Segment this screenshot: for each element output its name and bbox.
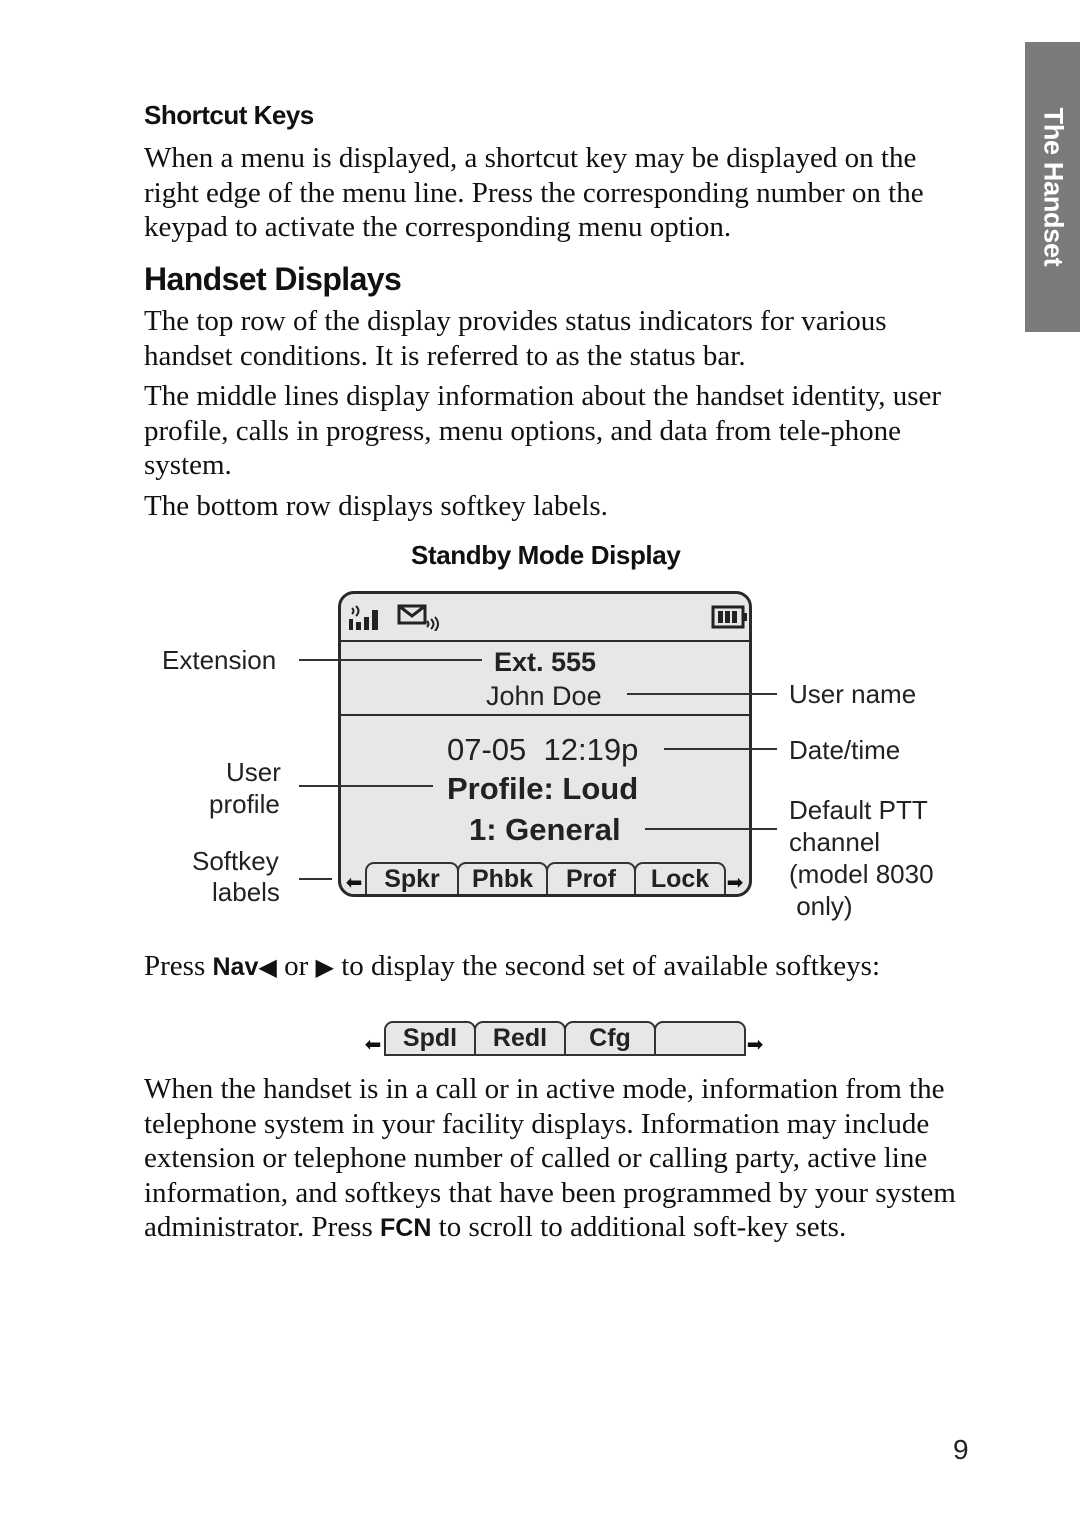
softkey-empty[interactable]: [654, 1021, 746, 1056]
arrow-right-icon[interactable]: ➡: [724, 870, 746, 894]
signal-strength-icon: [349, 605, 378, 630]
handset-displays-heading: Handset Displays: [144, 261, 402, 297]
callout-user-profile-line1: User: [226, 757, 281, 787]
side-tab-label: The Handset: [1038, 107, 1068, 267]
figure-title: Standby Mode Display: [411, 540, 681, 570]
nav-key-label: Nav: [212, 953, 259, 981]
page-number: 9: [953, 1434, 969, 1465]
ptt-channel-display: 1: General: [469, 812, 621, 847]
softkey-cfg[interactable]: Cfg: [564, 1021, 656, 1056]
active-mode-post: to scroll to additional soft-key sets.: [431, 1211, 847, 1243]
active-mode-paragraph: When the handset is in a call or in acti…: [144, 1072, 974, 1246]
handset-screen: Ext. 555 John Doe 07-05 12:19p Profile: …: [338, 591, 752, 897]
softkey-spdl[interactable]: Spdl: [384, 1021, 476, 1056]
callout-user-name: User name: [789, 679, 917, 709]
arrow-left-icon[interactable]: ⬅: [362, 1032, 384, 1056]
softkey-prof[interactable]: Prof: [546, 862, 636, 894]
voicemail-message-icon: [397, 604, 439, 631]
nav-left-icon: ◀: [258, 953, 277, 981]
callout-ptt-line1: Default PTT: [789, 795, 928, 825]
nav-instruction-pre: Press: [144, 950, 213, 982]
battery-icon: [711, 605, 747, 629]
second-softkey-bar: ⬅ Spdl Redl Cfg ➡: [362, 1021, 766, 1056]
datetime-display: 07-05 12:19p: [447, 732, 639, 767]
callout-line-softkey-labels: [299, 878, 332, 880]
callout-ptt-line2: channel: [789, 827, 881, 857]
callout-datetime: Date/time: [789, 735, 901, 765]
middle-lines-paragraph: The middle lines display information abo…: [144, 380, 942, 481]
callout-line-extension: [299, 659, 482, 661]
bottom-row-paragraph: The bottom row displays softkey labels.: [144, 490, 608, 522]
callout-user-profile-line2: profile: [209, 789, 280, 819]
softkey-redl[interactable]: Redl: [474, 1021, 566, 1056]
callout-softkey-labels-line2: labels: [212, 877, 280, 907]
section-side-tab: The Handset: [1025, 42, 1080, 332]
status-bar-divider: [341, 640, 749, 642]
nav-right-icon: ▶: [315, 953, 334, 981]
status-bar-paragraph: The top row of the display provides stat…: [144, 305, 887, 372]
callout-ptt-line4: only): [789, 891, 853, 921]
nav-instruction: Press Nav◀ or ▶ to display the second se…: [144, 949, 974, 985]
shortcut-keys-paragraph: When a menu is displayed, a shortcut key…: [144, 142, 924, 243]
callout-line-ptt: [645, 828, 777, 830]
callout-softkey-labels-line1: Softkey: [192, 846, 279, 876]
softkey-bar: ⬅ Spkr Phbk Prof Lock ➡: [343, 862, 746, 894]
identity-divider: [341, 714, 749, 716]
softkey-spkr[interactable]: Spkr: [365, 862, 459, 894]
callout-line-user-name: [627, 693, 777, 695]
fcn-key-label: FCN: [380, 1214, 432, 1242]
callout-ptt-line3: (model 8030: [789, 859, 934, 889]
nav-instruction-post: to display the second set of available s…: [333, 950, 880, 982]
callout-line-datetime: [664, 748, 777, 750]
shortcut-keys-heading: Shortcut Keys: [144, 100, 314, 130]
callout-line-user-profile: [299, 785, 433, 787]
softkey-lock[interactable]: Lock: [634, 862, 726, 894]
profile-display: Profile: Loud: [447, 771, 639, 806]
softkey-phbk[interactable]: Phbk: [457, 862, 548, 894]
nav-instruction-mid: or: [276, 950, 316, 982]
arrow-left-icon[interactable]: ⬅: [343, 870, 365, 894]
extension-display: Ext. 555: [494, 647, 597, 677]
callout-extension: Extension: [162, 645, 277, 675]
user-name-display: John Doe: [486, 681, 602, 711]
arrow-right-icon[interactable]: ➡: [744, 1032, 766, 1056]
